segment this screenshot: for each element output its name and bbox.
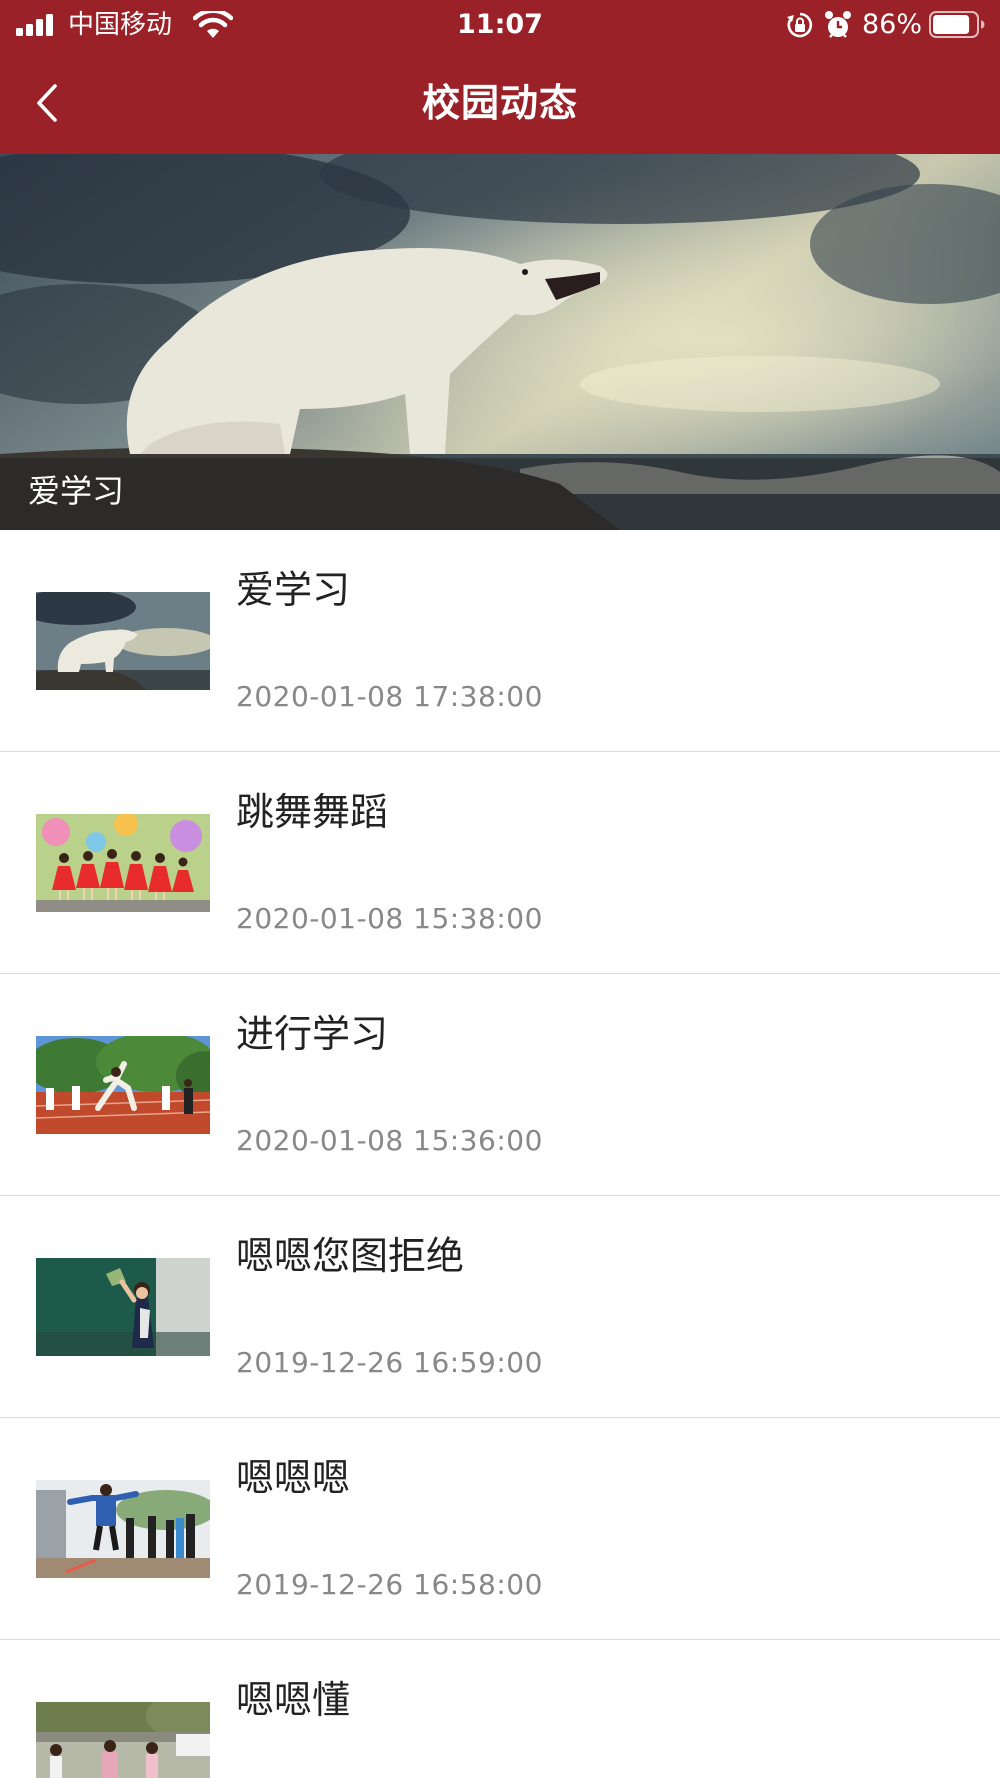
app-header: 中国移动 11:07 86% 校园动态 xyxy=(0,0,1000,154)
banner-caption: 爱学习 xyxy=(28,472,125,510)
banner-carousel[interactable]: 爱学习 xyxy=(0,154,1000,530)
list-item[interactable]: 爱学习 2020-01-08 17:38:00 xyxy=(0,530,1000,752)
orientation-lock-icon xyxy=(787,12,813,38)
list-item[interactable]: 嗯嗯懂 xyxy=(0,1640,1000,1778)
list-item[interactable]: 嗯嗯嗯 2019-12-26 16:58:00 xyxy=(0,1418,1000,1640)
list-item[interactable]: 跳舞舞蹈 2020-01-08 15:38:00 xyxy=(0,752,1000,974)
page-title: 校园动态 xyxy=(421,81,578,125)
news-title: 进行学习 xyxy=(236,1012,389,1056)
alarm-icon xyxy=(825,11,851,38)
news-thumbnail xyxy=(36,1480,210,1578)
banner-caption-overlay xyxy=(0,458,1000,530)
list-item[interactable]: 进行学习 2020-01-08 15:36:00 xyxy=(0,974,1000,1196)
news-date: 2019-12-26 16:59:00 xyxy=(236,1346,543,1379)
news-title: 爱学习 xyxy=(236,568,351,612)
news-date: 2020-01-08 15:38:00 xyxy=(236,902,543,935)
news-date: 2020-01-08 15:36:00 xyxy=(236,1124,543,1157)
news-title: 跳舞舞蹈 xyxy=(236,790,389,834)
news-thumbnail xyxy=(36,1036,210,1134)
news-date: 2020-01-08 17:38:00 xyxy=(236,680,543,713)
news-thumbnail xyxy=(36,814,210,912)
news-list: 爱学习 2020-01-08 17:38:00 跳舞舞蹈 2020-01-08 … xyxy=(0,530,1000,1778)
list-item[interactable]: 嗯嗯您图拒绝 2019-12-26 16:59:00 xyxy=(0,1196,1000,1418)
news-thumbnail xyxy=(36,1258,210,1356)
battery-percentage: 86% xyxy=(862,9,923,40)
news-thumbnail xyxy=(36,592,210,690)
news-date: 2019-12-26 16:58:00 xyxy=(236,1568,543,1601)
battery-icon xyxy=(929,11,985,38)
news-title: 嗯嗯懂 xyxy=(236,1678,351,1722)
nav-bar: 校园动态 xyxy=(0,52,1000,154)
status-bar: 中国移动 11:07 86% xyxy=(0,0,1000,52)
news-thumbnail xyxy=(36,1702,210,1778)
news-title: 嗯嗯嗯 xyxy=(236,1456,351,1500)
news-title: 嗯嗯您图拒绝 xyxy=(236,1234,465,1278)
